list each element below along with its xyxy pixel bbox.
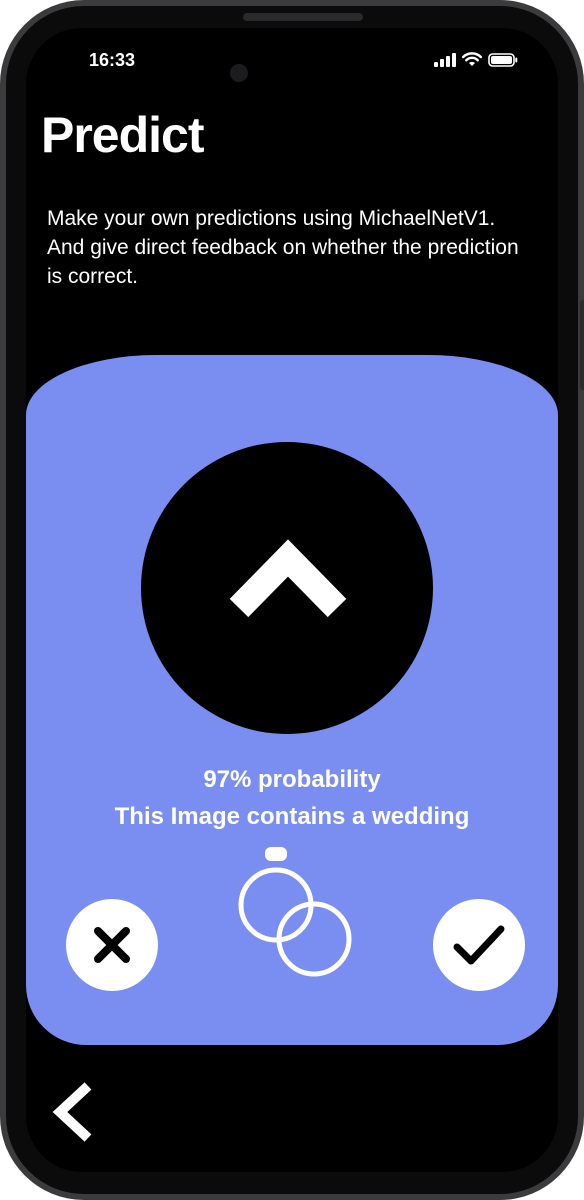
checkmark-icon <box>453 925 505 965</box>
phone-frame: 16:33 Predict Make your own predictions … <box>0 0 584 1200</box>
wedding-rings-icon <box>238 847 352 977</box>
chevron-up-icon <box>229 539 347 618</box>
status-icons <box>434 52 518 67</box>
side-button <box>580 300 584 390</box>
screen: 16:33 Predict Make your own predictions … <box>26 28 558 1172</box>
front-camera <box>230 64 248 82</box>
accept-button[interactable] <box>433 899 525 991</box>
chevron-left-icon <box>52 1082 92 1142</box>
status-time: 16:33 <box>89 50 136 70</box>
speaker-grille <box>243 13 363 21</box>
page-description: Make your own predictions using MichaelN… <box>47 207 519 286</box>
battery-icon <box>488 52 518 67</box>
page-title: Predict <box>41 107 205 163</box>
back-button[interactable] <box>50 1080 100 1144</box>
close-icon <box>94 927 130 963</box>
prediction-label: This Image contains a wedding <box>114 803 470 830</box>
reject-button[interactable] <box>66 899 158 991</box>
wifi-icon <box>462 52 482 66</box>
probability-text: 97% probability <box>203 766 381 793</box>
signal-icon <box>434 52 456 67</box>
